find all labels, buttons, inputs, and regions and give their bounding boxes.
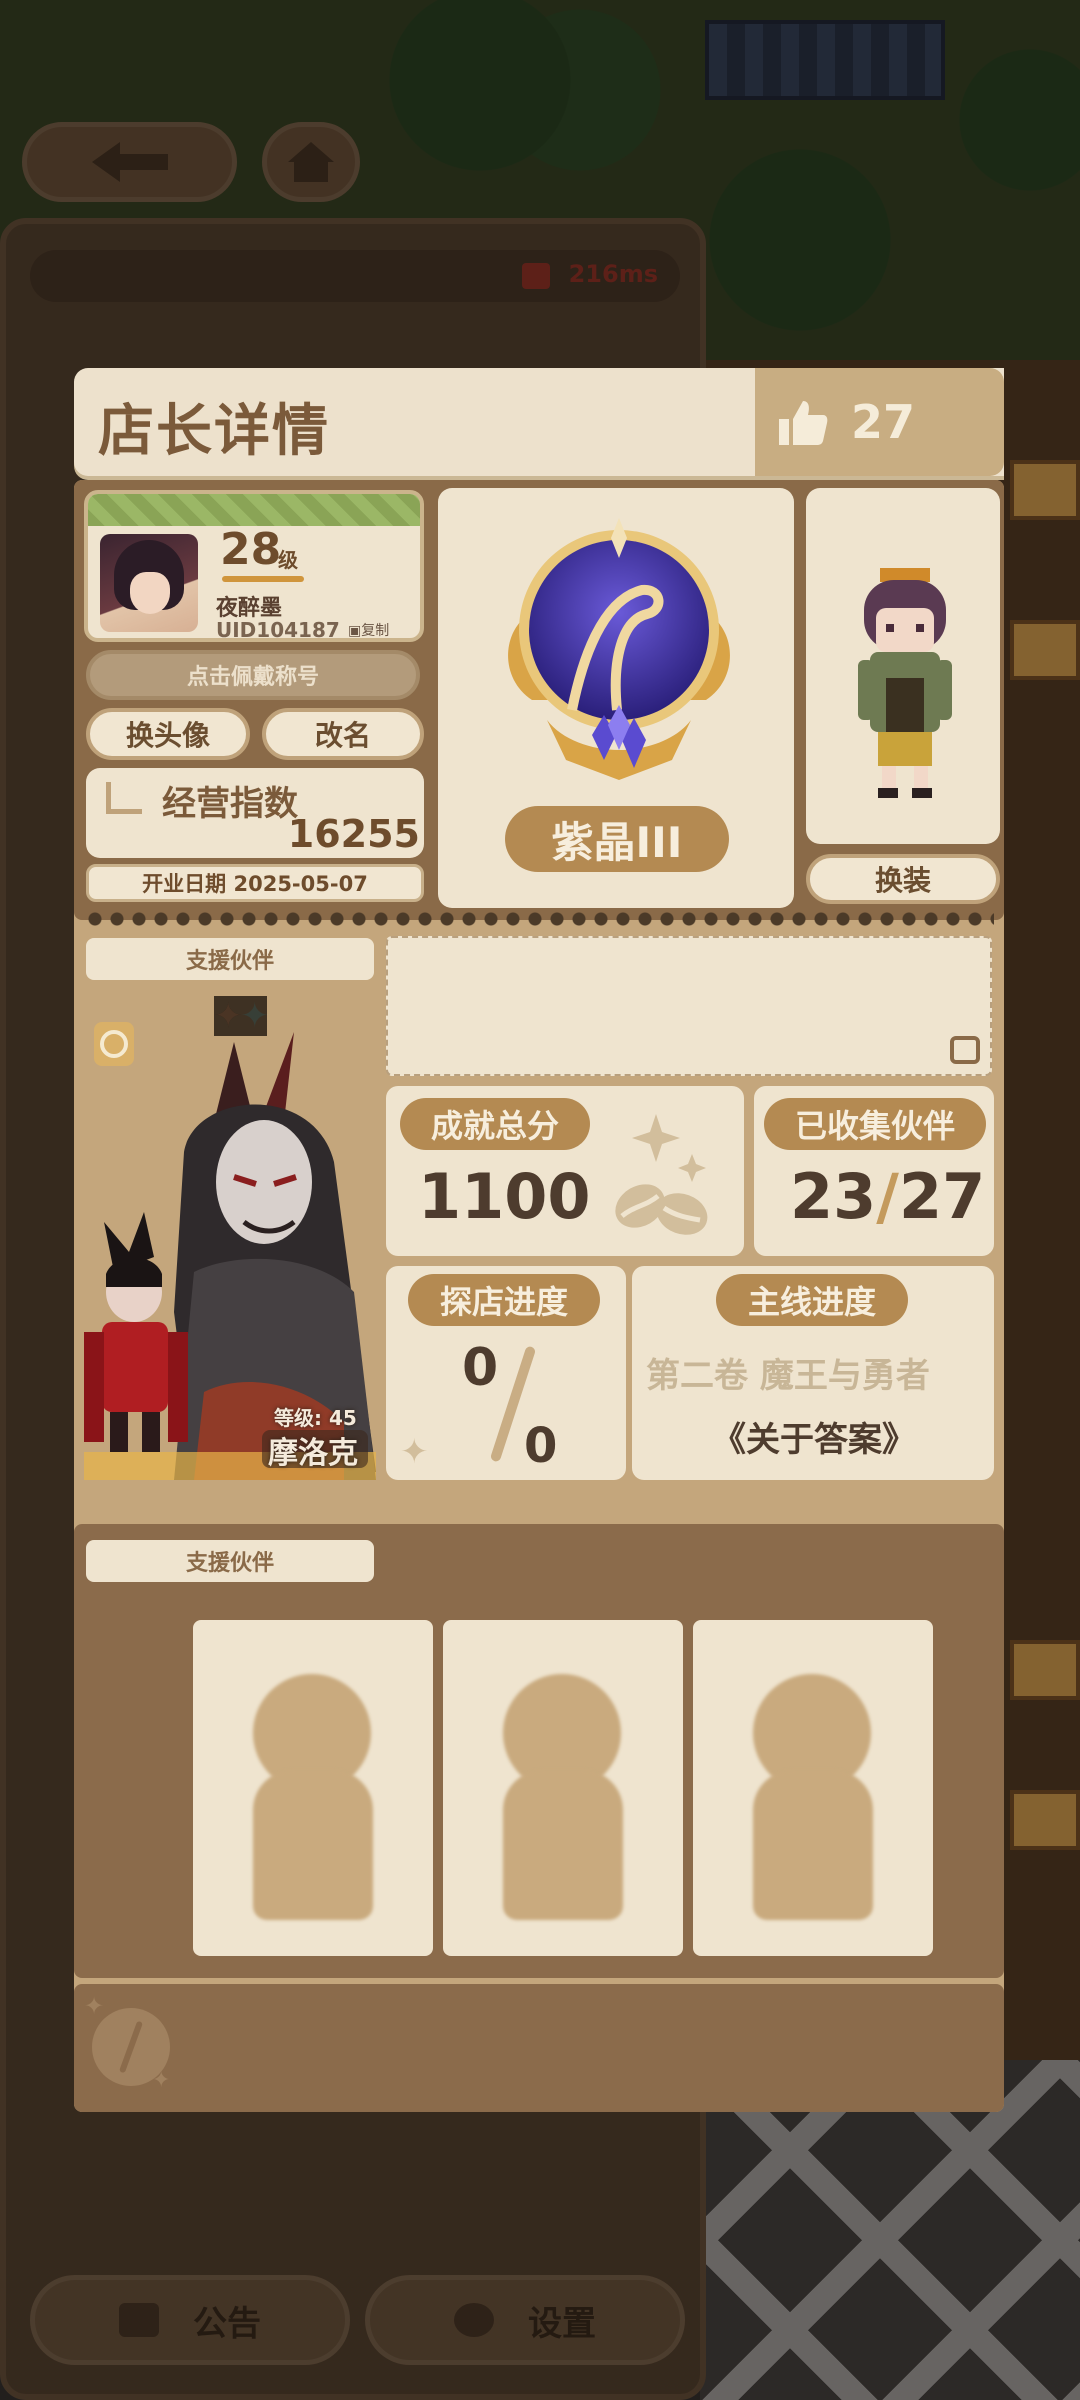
partner-level: 等级: 45 — [274, 1406, 357, 1430]
character-sprite — [858, 568, 952, 798]
silhouette-body — [253, 1770, 373, 1920]
collected-separator: / — [876, 1160, 899, 1233]
rename-button[interactable]: 改名 — [262, 708, 424, 760]
modal-title: 店长详情 — [98, 399, 330, 464]
modal-footer-strip — [74, 1984, 1004, 2112]
support-partner-label: 支援伙伴 — [86, 938, 374, 980]
player-level: 28 — [220, 524, 282, 575]
silhouette-body — [503, 1770, 623, 1920]
empty-partner-slot[interactable] — [443, 1620, 683, 1956]
change-avatar-button[interactable]: 换头像 — [86, 708, 250, 760]
collected-label: 已收集伙伴 — [764, 1098, 986, 1150]
achievement-label: 成就总分 — [400, 1098, 590, 1150]
partner-name: 摩洛克 — [268, 1436, 358, 1471]
level-progress-bar — [222, 576, 304, 582]
story-label: 主线进度 — [716, 1274, 908, 1326]
edit-icon[interactable] — [950, 1036, 980, 1064]
support-partner-label: 支援伙伴 — [86, 1540, 374, 1582]
collected-value: 23 — [790, 1160, 877, 1233]
business-index-card: 经营指数 16255 — [86, 768, 424, 858]
open-date: 开业日期 2025-05-07 — [86, 864, 424, 902]
player-uid: UID104187 — [216, 618, 340, 642]
avatar[interactable] — [100, 534, 198, 632]
sparkle-icon: ✦ — [152, 2068, 171, 2093]
profile-card: 28 级 夜醉墨 UID104187 ▣复制 — [84, 490, 424, 642]
business-index-value: 16255 — [287, 812, 420, 856]
sparkle-icon: ✦ — [84, 1992, 105, 2020]
star-icon: ✦ — [214, 996, 267, 1036]
collected-count: 23/27 — [790, 1160, 985, 1233]
partner-star-rating: ✦✦ ✦ ✦ ✦ — [214, 996, 269, 1036]
story-volume: 第二卷 魔王与勇者 — [646, 1356, 930, 1396]
rank-emblem-icon — [508, 518, 730, 780]
explore-total: 0 — [524, 1418, 558, 1474]
explore-value: 0 — [462, 1338, 499, 1398]
card-stripe — [88, 494, 420, 526]
chart-icon — [106, 782, 142, 814]
wear-title-button[interactable]: 点击佩戴称号 — [86, 650, 420, 700]
achievement-value: 1100 — [418, 1160, 591, 1233]
copy-uid-button[interactable]: ▣复制 — [348, 620, 390, 639]
coffee-bean-icon — [615, 1114, 708, 1235]
like-button[interactable]: 27 — [755, 368, 1004, 476]
empty-partner-slot[interactable] — [193, 1620, 433, 1956]
rank-label: 紫晶III — [505, 806, 729, 872]
collected-total: 27 — [898, 1160, 986, 1233]
thumbs-up-icon — [779, 401, 828, 445]
empty-partner-slot[interactable] — [693, 1620, 933, 1956]
sparkle-icon: ✦ — [400, 1432, 429, 1472]
avatar-face — [130, 572, 170, 614]
silhouette-body — [753, 1770, 873, 1920]
like-count: 27 — [851, 395, 916, 449]
perforation-divider — [84, 912, 994, 926]
copy-label: 复制 — [361, 623, 390, 639]
signature-message-box[interactable] — [386, 936, 992, 1076]
business-index-label: 经营指数 — [162, 784, 298, 824]
level-unit: 级 — [278, 548, 298, 572]
explore-label: 探店进度 — [408, 1274, 600, 1326]
story-chapter: 《关于答案》 — [712, 1420, 916, 1460]
outfit-button[interactable]: 换装 — [806, 854, 1000, 904]
